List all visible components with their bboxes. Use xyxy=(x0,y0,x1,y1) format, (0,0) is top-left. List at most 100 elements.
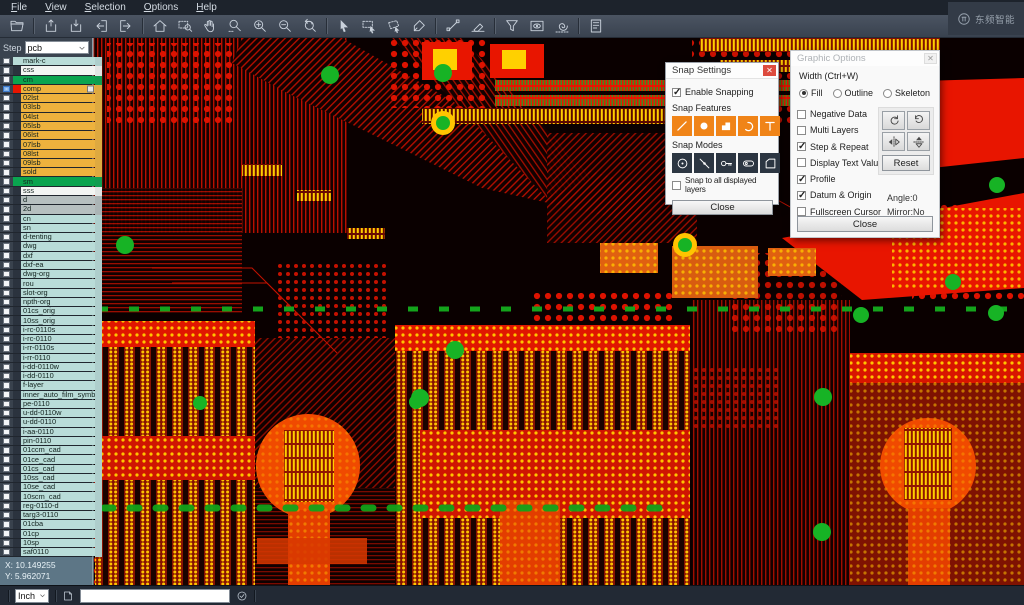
layer-visibility-checkbox[interactable] xyxy=(0,483,13,491)
layer-name[interactable]: 09lsb xyxy=(21,159,95,167)
layer-name[interactable]: 06lst xyxy=(21,131,95,139)
layer-name[interactable]: pin-0110 xyxy=(21,437,95,445)
layer-visibility-checkbox[interactable] xyxy=(0,511,13,519)
menu-options[interactable]: Options xyxy=(135,0,187,15)
snap-feature-surface-button[interactable] xyxy=(716,116,736,136)
layer-color-swatch[interactable] xyxy=(13,57,21,65)
layer-visibility-checkbox[interactable] xyxy=(0,187,13,195)
layer-row[interactable]: saf0110 xyxy=(0,548,95,557)
layer-visibility-checkbox[interactable] xyxy=(0,354,13,362)
layer-visibility-checkbox[interactable] xyxy=(0,400,13,408)
layer-name[interactable]: 2d xyxy=(21,205,95,213)
layer-visibility-checkbox[interactable] xyxy=(0,159,13,167)
layer-visibility-checkbox[interactable] xyxy=(0,279,13,287)
layer-row[interactable]: 09lsb xyxy=(0,159,95,168)
radio-skeleton[interactable]: Skeleton xyxy=(883,88,930,98)
layer-color-swatch[interactable] xyxy=(13,307,21,315)
layer-row[interactable]: 05lsb xyxy=(0,122,95,131)
layer-row[interactable]: 02lst xyxy=(0,94,95,103)
checkbox-display-text-value[interactable]: Display Text Value xyxy=(797,158,885,168)
layer-color-swatch[interactable] xyxy=(13,548,21,556)
menu-help[interactable]: Help xyxy=(187,0,226,15)
layer-name[interactable]: inner_auto_film_symb xyxy=(21,391,95,399)
layer-color-swatch[interactable] xyxy=(13,150,21,158)
layer-row[interactable]: 01cp xyxy=(0,530,95,539)
open-folder-button[interactable] xyxy=(5,16,28,36)
layer-row[interactable]: pe-0110 xyxy=(0,400,95,409)
layer-visibility-checkbox[interactable] xyxy=(0,381,13,389)
layer-color-swatch[interactable] xyxy=(13,187,21,195)
snap-mode-point-on-line-button[interactable] xyxy=(694,153,714,173)
snap-mode-center-button[interactable] xyxy=(672,153,692,173)
layer-color-swatch[interactable] xyxy=(13,279,21,287)
layer-visibility-checkbox[interactable] xyxy=(0,391,13,399)
layer-name[interactable]: mark-c xyxy=(21,57,95,65)
layer-row[interactable]: sm xyxy=(0,177,95,186)
layer-name[interactable]: i-rr-0110s xyxy=(21,344,95,352)
properties-form-button[interactable] xyxy=(584,16,607,36)
layer-row[interactable]: sold xyxy=(0,168,95,177)
eraser-button[interactable] xyxy=(466,16,489,36)
layer-visibility-checkbox[interactable] xyxy=(0,66,13,74)
layer-name[interactable]: 07lsb xyxy=(21,140,95,148)
layer-name[interactable]: 01cp xyxy=(21,530,95,538)
layer-color-swatch[interactable] xyxy=(13,354,21,362)
snap-all-layers-checkbox[interactable]: Snap to all displayed layers xyxy=(672,176,773,194)
layer-color-swatch[interactable] xyxy=(13,252,21,260)
layer-row[interactable]: dxf-ea xyxy=(0,261,95,270)
layer-visibility-checkbox[interactable] xyxy=(0,502,13,510)
layer-row[interactable]: u-dd-0110w xyxy=(0,409,95,418)
layer-name[interactable]: 10scm_cad xyxy=(21,492,95,500)
layer-row[interactable]: u-dd-0110 xyxy=(0,418,95,427)
layer-name[interactable]: i-rr-0110 xyxy=(21,354,95,362)
layer-color-swatch[interactable] xyxy=(13,455,21,463)
layer-name[interactable]: 01cba xyxy=(21,520,95,528)
layer-row[interactable]: 03lsb xyxy=(0,103,95,112)
layer-name[interactable]: 03lsb xyxy=(21,103,95,111)
close-icon[interactable] xyxy=(763,65,776,76)
layer-visibility-checkbox[interactable] xyxy=(0,335,13,343)
layer-name[interactable]: 10ss_cad xyxy=(21,474,95,482)
layer-visibility-checkbox[interactable] xyxy=(0,363,13,371)
snap-mode-key-button[interactable] xyxy=(716,153,736,173)
layer-row[interactable]: 10sp xyxy=(0,539,95,548)
layer-visibility-checkbox[interactable] xyxy=(0,548,13,556)
snap-settings-titlebar[interactable]: Snap Settings xyxy=(666,63,778,79)
zoom-select-button[interactable] xyxy=(223,16,246,36)
layer-visibility-checkbox[interactable] xyxy=(0,215,13,223)
enable-snapping-checkbox[interactable]: Enable Snapping xyxy=(672,87,773,97)
layer-color-swatch[interactable] xyxy=(13,215,21,223)
layer-name[interactable]: i-aa-0110 xyxy=(21,428,95,436)
select-rect-button[interactable] xyxy=(357,16,380,36)
layer-row[interactable]: 06lst xyxy=(0,131,95,140)
layer-visibility-checkbox[interactable] xyxy=(0,539,13,547)
layer-row[interactable]: 04lst xyxy=(0,113,95,122)
layer-name[interactable]: i-dd-0110 xyxy=(21,372,95,380)
layer-row[interactable]: 01ce_cad xyxy=(0,455,95,464)
layer-row[interactable]: comp xyxy=(0,85,95,94)
layer-name[interactable]: d xyxy=(21,196,95,204)
layer-visibility-checkbox[interactable] xyxy=(0,224,13,232)
layer-color-swatch[interactable] xyxy=(13,242,21,250)
layer-name[interactable]: sm xyxy=(21,177,95,185)
layer-name[interactable]: reg-0110-d xyxy=(21,502,95,510)
checkbox-multi-layers[interactable]: Multi Layers xyxy=(797,125,885,135)
layer-row[interactable]: 10se_cad xyxy=(0,483,95,492)
layer-name[interactable]: i-rc-0110 xyxy=(21,335,95,343)
layer-color-swatch[interactable] xyxy=(13,483,21,491)
layer-minimap-scrollbar[interactable] xyxy=(95,57,102,557)
home-button[interactable] xyxy=(148,16,171,36)
layer-color-swatch[interactable] xyxy=(13,492,21,500)
layer-row[interactable]: 01cba xyxy=(0,520,95,529)
layer-row[interactable]: 2d xyxy=(0,205,95,214)
layer-color-swatch[interactable] xyxy=(13,391,21,399)
layer-visibility-checkbox[interactable] xyxy=(0,242,13,250)
layer-color-swatch[interactable] xyxy=(13,316,21,324)
layer-name[interactable]: sss xyxy=(21,187,95,195)
radio-outline[interactable]: Outline xyxy=(833,88,874,98)
layer-name[interactable]: 08lst xyxy=(21,150,95,158)
zoom-in-button[interactable] xyxy=(248,16,271,36)
layer-row[interactable]: mark-c xyxy=(0,57,95,66)
layer-visibility-checkbox[interactable] xyxy=(0,233,13,241)
layer-row[interactable]: dxf xyxy=(0,252,95,261)
